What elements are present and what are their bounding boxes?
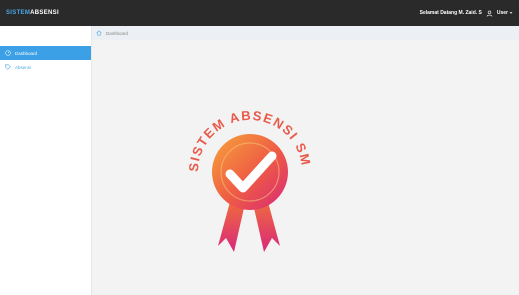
- caret-down-icon: [509, 12, 513, 14]
- user-icon[interactable]: [486, 10, 493, 17]
- dashboard-icon: [5, 50, 11, 56]
- top-navbar: SISTEMABSENSI Selamat Datang M. Zaid. S …: [0, 0, 519, 26]
- breadcrumb: Dashboard: [92, 26, 519, 40]
- tag-icon: [5, 64, 11, 70]
- sidebar-item-absensi[interactable]: Absensi: [0, 60, 91, 74]
- user-menu-label: User: [496, 10, 508, 16]
- sidebar-item-dashboard[interactable]: Dashboard: [0, 46, 91, 60]
- sidebar-item-label: Absensi: [15, 64, 32, 70]
- breadcrumb-current: Dashboard: [106, 30, 129, 36]
- brand-prefix: SISTEM: [6, 10, 31, 16]
- app-root: SISTEMABSENSI Selamat Datang M. Zaid. S …: [0, 0, 519, 295]
- home-icon[interactable]: [96, 30, 102, 36]
- sidebar-item-label: Dashboard: [15, 50, 38, 56]
- app-brand[interactable]: SISTEMABSENSI: [6, 10, 59, 16]
- brand-suffix: ABSENSI: [30, 10, 59, 16]
- welcome-text: Selamat Datang M. Zaid. S: [419, 10, 482, 16]
- sidebar: Dashboard Absensi: [0, 26, 92, 295]
- topbar-user-area: Selamat Datang M. Zaid. S User: [420, 10, 513, 17]
- sistem-absensi-logo: SISTEM ABSENSI SMK: [180, 76, 312, 252]
- main-content: SISTEM ABSENSI SMK: [92, 40, 519, 295]
- user-menu-dropdown[interactable]: User: [497, 10, 513, 16]
